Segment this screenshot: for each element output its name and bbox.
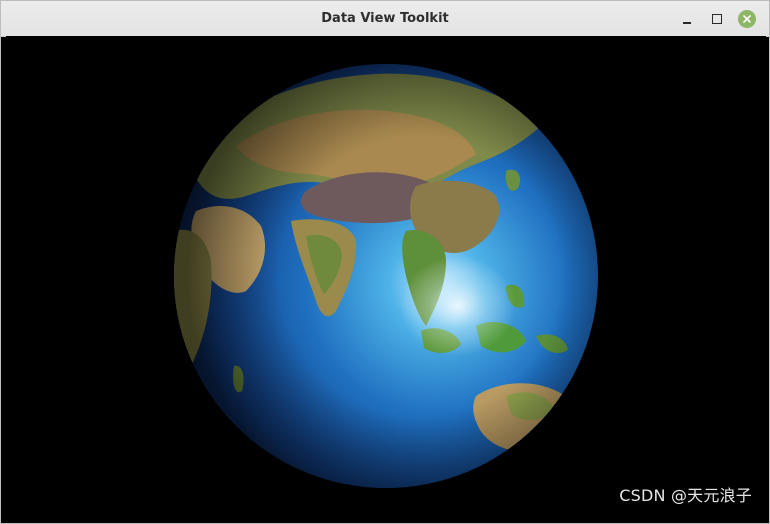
watermark-text: CSDN @天元浪子 <box>619 486 752 505</box>
minimize-button[interactable] <box>678 10 696 28</box>
render-viewport[interactable]: CSDN @天元浪子 <box>6 36 766 518</box>
globe-shading <box>174 64 598 488</box>
close-icon <box>743 15 751 23</box>
app-window: Data View Toolkit CSDN @天元浪子 <box>0 0 770 524</box>
maximize-icon <box>712 14 722 24</box>
minimize-icon <box>683 22 691 24</box>
earth-globe[interactable] <box>6 36 766 518</box>
title-bar[interactable]: Data View Toolkit <box>1 1 769 37</box>
maximize-button[interactable] <box>708 10 726 28</box>
close-button[interactable] <box>738 10 756 28</box>
window-title: Data View Toolkit <box>321 11 449 26</box>
